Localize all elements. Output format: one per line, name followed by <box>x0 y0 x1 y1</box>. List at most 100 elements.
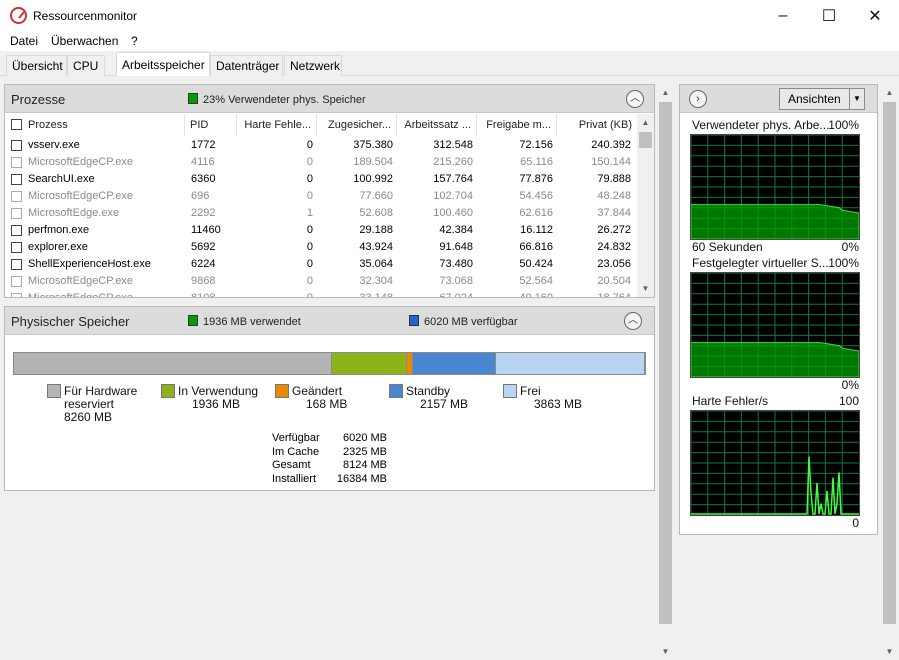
cell-arb: 157.764 <box>433 173 473 185</box>
tab-uebersicht[interactable]: Übersicht <box>6 55 67 76</box>
processes-scrollbar[interactable]: ▲ ▼ <box>637 114 654 297</box>
column-privat[interactable]: Privat (KB) <box>557 114 637 136</box>
window-title: Ressourcenmonitor <box>33 9 138 23</box>
row-checkbox[interactable] <box>11 208 22 219</box>
cell-zug: 189.504 <box>353 156 393 168</box>
row-checkbox[interactable] <box>11 242 22 253</box>
process-name: MicrosoftEdgeCP.exe <box>28 290 183 297</box>
cell-hf: 0 <box>306 173 313 185</box>
menu-datei[interactable]: Datei <box>10 34 38 48</box>
row-checkbox[interactable] <box>11 174 22 185</box>
processes-header[interactable]: Prozesse 23% Verwendeter phys. Speicher … <box>5 85 654 113</box>
cell-frei: 72.156 <box>519 139 553 151</box>
main-scroll-down-icon[interactable]: ▼ <box>657 643 674 660</box>
close-button[interactable]: ✕ <box>852 0 898 31</box>
menu-ueberwachen[interactable]: Überwachen <box>51 34 118 48</box>
row-checkbox[interactable] <box>11 259 22 270</box>
row-checkbox[interactable] <box>11 191 22 202</box>
column-pid[interactable]: PID <box>185 114 237 136</box>
stat-value: 8124 MB <box>342 459 387 471</box>
graph-canvas <box>691 411 859 515</box>
table-row[interactable]: MicrosoftEdgeCP.exe 4116 0 189.504 215.260 65… <box>5 154 636 171</box>
graph-min-label: 0% <box>841 378 859 392</box>
stat-label: Installiert <box>272 472 317 485</box>
row-checkbox[interactable] <box>11 140 22 151</box>
legend-swatch-inuse <box>161 384 175 398</box>
cell-priv: 18.764 <box>557 290 631 297</box>
cell-pid: 2292 <box>191 207 216 219</box>
cell-priv: 37.844 <box>597 207 631 219</box>
cell-arb: 102.704 <box>433 190 473 202</box>
graph-mem <box>690 134 860 240</box>
memory-available-swatch <box>409 315 419 326</box>
table-row[interactable]: MicrosoftEdge.exe 2292 1 52.608 100.460 62.61… <box>5 205 636 222</box>
cell-arb: 100.460 <box>433 207 473 219</box>
memory-used-swatch <box>188 93 198 104</box>
cell-zug: 35.064 <box>359 258 393 270</box>
memory-used-swatch <box>188 315 198 326</box>
stat-value: 6020 MB <box>342 432 387 444</box>
side-scroll-thumb[interactable] <box>883 102 896 624</box>
scroll-thumb[interactable] <box>639 132 652 148</box>
cell-frei: 77.876 <box>519 173 553 185</box>
main-scroll-up-icon[interactable]: ▲ <box>657 84 674 101</box>
collapse-physical-memory-button[interactable]: ︿ <box>624 312 642 330</box>
scroll-up-arrow-icon[interactable]: ▲ <box>637 114 654 131</box>
table-row[interactable]: MicrosoftEdgeCP.exe 696 0 77.660 102.704 54.4… <box>5 188 636 205</box>
table-row[interactable]: MicrosoftEdgeCP.exe 81080 33.148 67.024 40.1… <box>5 290 636 297</box>
main-scrollbar[interactable]: ▲ ▼ <box>657 84 674 660</box>
table-row[interactable]: explorer.exe 5692 0 43.924 91.648 66.816 24.83… <box>5 239 636 256</box>
legend-label-hw: Für Hardware reserviert <box>64 384 138 411</box>
cell-priv: 26.272 <box>597 224 631 236</box>
cell-priv: 150.144 <box>591 156 631 168</box>
column-arbeitssatz[interactable]: Arbeitssatz ... <box>397 114 477 136</box>
tab-netzwerk[interactable]: Netzwerk <box>284 55 342 76</box>
cell-zug: 77.660 <box>359 190 393 202</box>
tab-datentraeger[interactable]: Datenträger <box>210 55 283 76</box>
table-row[interactable]: perfmon.exe 11460 0 29.188 42.384 16.112 26.27… <box>5 222 636 239</box>
table-row[interactable]: SearchUI.exe 6360 0 100.992 157.764 77.876 79.… <box>5 171 636 188</box>
cell-frei: 52.564 <box>519 275 553 287</box>
side-scroll-down-icon[interactable]: ▼ <box>881 643 898 660</box>
cell-hf: 0 <box>306 156 313 168</box>
side-scrollbar[interactable]: ▲ ▼ <box>881 84 898 660</box>
table-row[interactable]: ShellExperienceHost.exe 6224 0 35.064 73.480… <box>5 256 636 273</box>
views-dropdown[interactable]: Ansichten ▼ <box>779 88 865 110</box>
maximize-button[interactable]: ☐ <box>806 0 852 31</box>
table-row[interactable]: vsserv.exe 1772 0 375.380 312.548 72.156 240.3… <box>5 137 636 154</box>
tab-arbeitsspeicher[interactable]: Arbeitsspeicher <box>116 52 210 77</box>
dropdown-arrow-icon[interactable]: ▼ <box>849 89 864 109</box>
column-harte-fehler[interactable]: Harte Fehle... <box>237 114 317 136</box>
process-name: ShellExperienceHost.exe <box>28 258 151 270</box>
table-row[interactable]: MicrosoftEdgeCP.exe 9868 0 32.304 73.068 52.5… <box>5 273 636 290</box>
scroll-down-arrow-icon[interactable]: ▼ <box>637 280 654 297</box>
minimize-button[interactable]: – <box>760 0 806 31</box>
processes-panel: Prozesse 23% Verwendeter phys. Speicher … <box>4 84 655 298</box>
main-scroll-thumb[interactable] <box>659 102 672 624</box>
collapse-processes-button[interactable]: ︿ <box>626 90 644 108</box>
row-checkbox[interactable] <box>11 293 22 297</box>
row-checkbox[interactable] <box>11 157 22 168</box>
column-freigabe[interactable]: Freigabe m... <box>477 114 557 136</box>
column-prozess[interactable]: Prozess <box>5 114 185 136</box>
physical-memory-header[interactable]: Physischer Speicher 1936 MB verwendet 60… <box>5 307 654 335</box>
tab-cpu[interactable]: CPU <box>67 55 105 76</box>
cell-arb: 67.024 <box>397 290 473 297</box>
select-all-checkbox[interactable] <box>11 119 22 130</box>
physical-memory-title: Physischer Speicher <box>11 314 130 329</box>
process-name: perfmon.exe <box>28 224 90 236</box>
expand-right-icon[interactable]: › <box>689 90 707 108</box>
process-name: MicrosoftEdgeCP.exe <box>28 275 133 287</box>
row-checkbox[interactable] <box>11 225 22 236</box>
cell-arb: 42.384 <box>439 224 473 236</box>
cell-pid: 4116 <box>191 156 215 168</box>
graphs-panel: › Ansichten ▼ Verwendeter phys. Arbe... 10… <box>679 84 878 535</box>
menu-help[interactable]: ? <box>131 34 138 48</box>
cell-priv: 20.504 <box>597 275 631 287</box>
row-checkbox[interactable] <box>11 276 22 287</box>
graph-title: Festgelegter virtueller S... <box>692 256 829 270</box>
side-scroll-up-icon[interactable]: ▲ <box>881 84 898 101</box>
process-name: vsserv.exe <box>28 139 80 151</box>
column-zugesichert[interactable]: Zugesicher... <box>317 114 397 136</box>
process-name: explorer.exe <box>28 241 88 253</box>
